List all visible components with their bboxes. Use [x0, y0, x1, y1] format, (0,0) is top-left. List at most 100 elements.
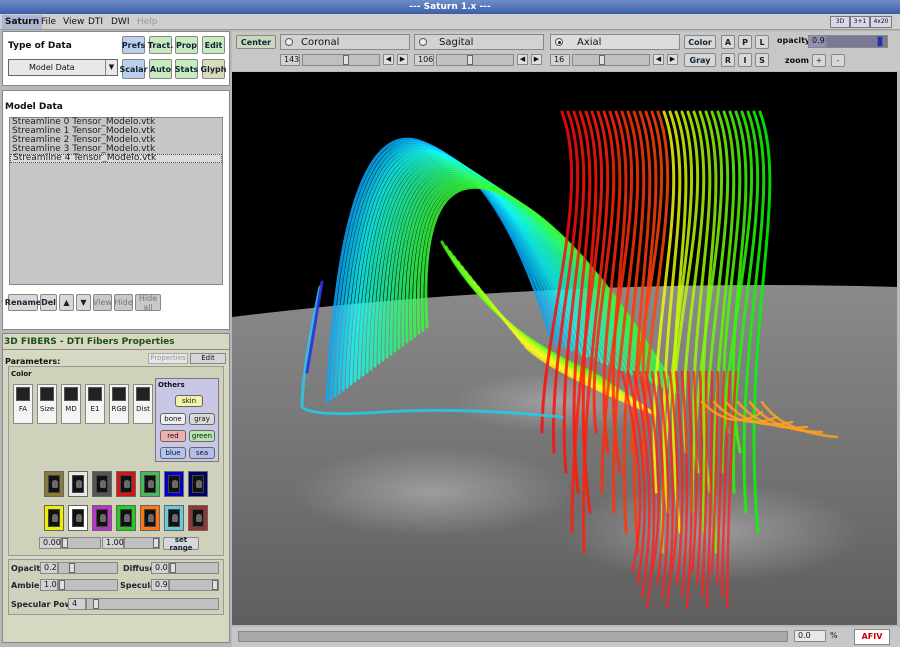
- red-button[interactable]: red: [160, 430, 186, 442]
- tract-button[interactable]: Tract.: [148, 36, 173, 54]
- opacity-field[interactable]: 0.9: [808, 35, 826, 48]
- menu-file[interactable]: File: [38, 15, 59, 29]
- color-swatch[interactable]: [44, 471, 64, 497]
- delete-button[interactable]: Del: [40, 294, 57, 311]
- auto-button[interactable]: Auto: [149, 59, 172, 79]
- color-swatch[interactable]: [68, 505, 88, 531]
- set-range-button[interactable]: set range: [163, 536, 199, 552]
- axial-slice-slider[interactable]: [572, 54, 650, 66]
- color-mode-fa[interactable]: FA: [13, 384, 33, 424]
- axial-prev-button[interactable]: ◀: [653, 54, 664, 65]
- move-up-button[interactable]: ▲: [59, 294, 74, 311]
- color-swatch[interactable]: [188, 471, 208, 497]
- data-type-select[interactable]: Model Data ▼: [8, 59, 118, 76]
- blue-button[interactable]: blue: [160, 447, 186, 459]
- slider-thumb[interactable]: [153, 538, 159, 548]
- menu-saturn[interactable]: Saturn: [2, 15, 43, 29]
- green-button[interactable]: green: [189, 430, 215, 442]
- prop-button[interactable]: Prop: [175, 36, 198, 54]
- tab-properties[interactable]: Properties: [148, 353, 188, 364]
- sagital-prev-button[interactable]: ◀: [517, 54, 528, 65]
- stats-button[interactable]: Stats: [175, 59, 198, 79]
- layout-3d-button[interactable]: 3D: [830, 16, 850, 28]
- color-swatch[interactable]: [68, 471, 88, 497]
- slider-thumb[interactable]: [59, 580, 65, 590]
- coronal-plane-option[interactable]: Coronal: [280, 34, 410, 50]
- menu-dti[interactable]: DTI: [85, 15, 106, 29]
- diffuse-field[interactable]: 0.0: [151, 562, 169, 574]
- hide-button[interactable]: Hide: [114, 294, 133, 311]
- sagital-plane-option[interactable]: Sagital: [414, 34, 544, 50]
- slider-thumb[interactable]: [343, 55, 349, 65]
- color-swatch[interactable]: [44, 505, 64, 531]
- color-swatch[interactable]: [92, 471, 112, 497]
- skin-button[interactable]: skin: [175, 395, 203, 407]
- color-mode-md[interactable]: MD: [61, 384, 81, 424]
- fiber-opacity-field[interactable]: 0.2: [40, 562, 58, 574]
- coronal-prev-button[interactable]: ◀: [383, 54, 394, 65]
- menu-help[interactable]: Help: [134, 15, 161, 29]
- slider-thumb[interactable]: [62, 538, 68, 548]
- axial-plane-option[interactable]: Axial: [550, 34, 680, 50]
- orient-s-button[interactable]: S: [755, 53, 769, 67]
- ambient-field[interactable]: 1.0: [40, 579, 58, 591]
- range-min-field[interactable]: 0.00: [39, 537, 61, 549]
- specular-power-field[interactable]: 4: [68, 598, 86, 610]
- center-button[interactable]: Center: [236, 35, 276, 49]
- coronal-slice-slider[interactable]: [302, 54, 380, 66]
- sea-button[interactable]: sea: [189, 447, 215, 459]
- orient-r-button[interactable]: R: [721, 53, 735, 67]
- scalar-button[interactable]: Scalar: [120, 59, 148, 79]
- ambient-slider[interactable]: [58, 579, 118, 591]
- gray-mode-button[interactable]: Gray: [684, 53, 716, 67]
- edit-button[interactable]: Edit: [202, 36, 225, 54]
- color-mode-dist[interactable]: Dist: [133, 384, 153, 424]
- diffuse-slider[interactable]: [169, 562, 219, 574]
- glyph-button[interactable]: Glyph: [201, 59, 226, 79]
- slider-thumb[interactable]: [69, 563, 75, 573]
- slider-thumb[interactable]: [93, 599, 99, 609]
- opacity-slider[interactable]: [826, 35, 888, 48]
- color-mode-rgb[interactable]: RGB: [109, 384, 129, 424]
- fiber-render[interactable]: [232, 72, 897, 625]
- orient-a-button[interactable]: A: [721, 35, 735, 49]
- layout-4x20-button[interactable]: 4x20: [870, 16, 892, 28]
- color-swatch[interactable]: [92, 505, 112, 531]
- sagital-next-button[interactable]: ▶: [531, 54, 542, 65]
- slider-thumb[interactable]: [212, 580, 218, 590]
- specular-power-slider[interactable]: [86, 598, 219, 610]
- color-swatch[interactable]: [140, 471, 160, 497]
- specular-field[interactable]: 0.9: [151, 579, 169, 591]
- model-data-list[interactable]: Streamline 0 Tensor_Modelo.vtk Streamlin…: [9, 117, 223, 285]
- color-swatch[interactable]: [164, 505, 184, 531]
- range-min-slider[interactable]: [61, 537, 101, 549]
- slider-thumb[interactable]: [599, 55, 605, 65]
- gray-button[interactable]: gray: [189, 413, 215, 425]
- menu-view[interactable]: View: [60, 15, 87, 29]
- axial-next-button[interactable]: ▶: [667, 54, 678, 65]
- slider-thumb[interactable]: [170, 563, 176, 573]
- rename-button[interactable]: Rename: [5, 294, 41, 311]
- range-max-field[interactable]: 1.00: [102, 537, 124, 549]
- orient-i-button[interactable]: I: [738, 53, 752, 67]
- list-item-selected[interactable]: Streamline 4 Tensor_Modelo.vtk: [10, 154, 222, 163]
- color-swatch[interactable]: [188, 505, 208, 531]
- slider-thumb[interactable]: [877, 36, 883, 47]
- specular-slider[interactable]: [169, 579, 219, 591]
- bone-button[interactable]: bone: [160, 413, 186, 425]
- move-down-button[interactable]: ▼: [76, 294, 91, 311]
- zoom-in-button[interactable]: +: [812, 54, 826, 67]
- color-mode-button[interactable]: Color: [684, 35, 716, 49]
- tab-edit[interactable]: Edit: [190, 353, 226, 364]
- color-mode-size[interactable]: Size: [37, 384, 57, 424]
- slider-thumb[interactable]: [467, 55, 473, 65]
- coronal-slice-field[interactable]: 143: [280, 54, 300, 66]
- sagital-slice-field[interactable]: 106: [414, 54, 434, 66]
- color-mode-e1[interactable]: E1: [85, 384, 105, 424]
- orient-p-button[interactable]: P: [738, 35, 752, 49]
- 3d-viewport[interactable]: [232, 72, 897, 625]
- color-swatch[interactable]: [164, 471, 184, 497]
- sagital-slice-slider[interactable]: [436, 54, 514, 66]
- axial-slice-field[interactable]: 16: [550, 54, 570, 66]
- view-button[interactable]: View: [93, 294, 112, 311]
